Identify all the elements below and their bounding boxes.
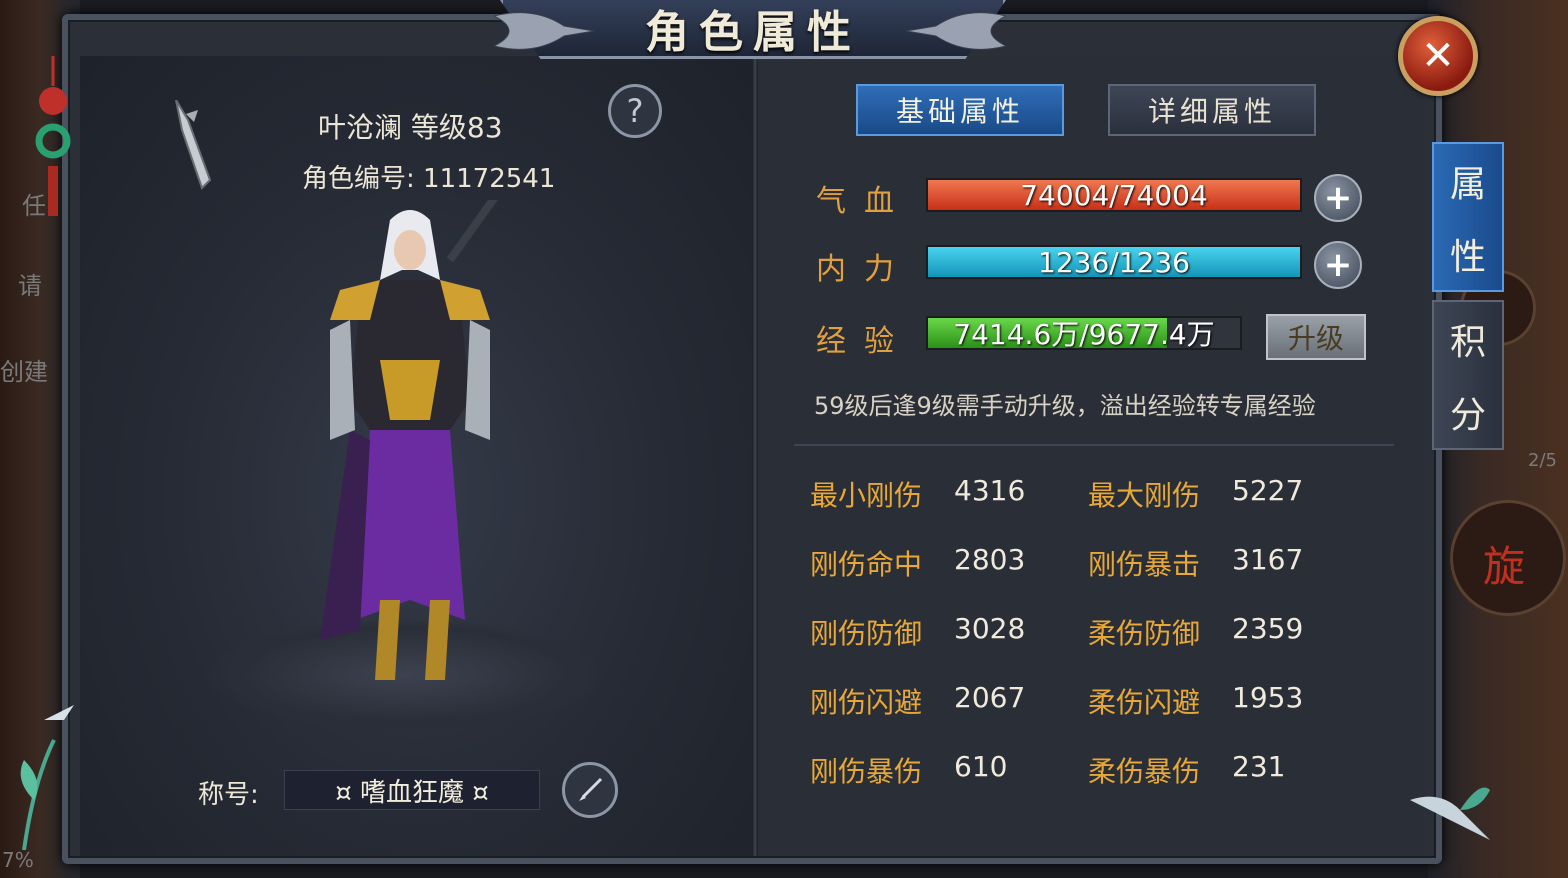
character-name-level: 叶沧澜 等级83 xyxy=(318,111,503,144)
bg-text-create: 创建 xyxy=(0,358,48,386)
tab-basic-attributes[interactable]: 基础属性 xyxy=(856,84,1064,136)
character-title-field: ¤ 嗜血狂魔 ¤ xyxy=(284,770,540,810)
attribute-value: 4316 xyxy=(954,474,1026,507)
attribute-name: 最小刚伤 xyxy=(810,479,923,512)
bg-count: 2/5 xyxy=(1528,450,1557,471)
attribute-value: 231 xyxy=(1232,750,1286,783)
close-icon: ✕ xyxy=(1421,33,1455,79)
mp-value: 1236/1236 xyxy=(1038,245,1190,279)
plus-icon: + xyxy=(1323,178,1353,218)
attribute-name: 刚伤暴伤 xyxy=(810,755,923,788)
title-label: 称号: xyxy=(198,780,259,810)
bird-decoration-icon xyxy=(1410,787,1490,840)
attribute-name: 柔伤闪避 xyxy=(1088,686,1201,719)
attribute-value: 2803 xyxy=(954,543,1026,576)
side-tab-attributes[interactable]: 属 性 xyxy=(1432,142,1504,292)
hp-label: 气血 xyxy=(816,184,912,219)
exp-bar: 7414.6万/9677.4万 xyxy=(926,316,1242,350)
attribute-value: 2359 xyxy=(1232,612,1304,645)
mp-plus-button[interactable]: + xyxy=(1314,241,1362,289)
character-id: 角色编号: 11172541 xyxy=(302,164,556,194)
mp-bar: 1236/1236 xyxy=(926,245,1302,279)
hp-value: 74004/74004 xyxy=(1020,178,1208,212)
side-tab-char: 属 xyxy=(1449,163,1486,205)
plus-icon: + xyxy=(1323,245,1353,285)
side-tab-char: 性 xyxy=(1449,236,1486,278)
mp-label: 内力 xyxy=(816,252,912,287)
attribute-value: 5227 xyxy=(1232,474,1304,507)
bamboo-bird-decoration-icon xyxy=(20,705,74,850)
attribute-name: 刚伤防御 xyxy=(810,617,923,650)
exp-value: 7414.6万/9677.4万 xyxy=(953,318,1215,350)
brush-icon[interactable] xyxy=(562,762,618,818)
tab-detailed-attributes[interactable]: 详细属性 xyxy=(1108,84,1316,136)
attribute-value: 610 xyxy=(954,750,1008,783)
bg-skill-label: 旋 xyxy=(1483,542,1526,591)
chinese-knot-icon xyxy=(35,56,71,216)
bg-text-please: 请 xyxy=(18,272,42,300)
section-divider xyxy=(794,444,1394,446)
upgrade-note: 59级后逢9级需手动升级，溢出经验转专属经验 xyxy=(814,392,1316,420)
side-tab-points[interactable]: 积 分 xyxy=(1432,300,1504,450)
attribute-value: 1953 xyxy=(1232,681,1304,714)
side-tab-char: 分 xyxy=(1449,394,1486,436)
sword-icon xyxy=(175,100,212,190)
side-tab-char: 积 xyxy=(1449,321,1486,363)
attribute-value: 3167 xyxy=(1232,543,1304,576)
hp-plus-button[interactable]: + xyxy=(1314,174,1362,222)
exp-label: 经验 xyxy=(816,324,912,359)
character-model xyxy=(320,200,498,680)
attribute-name: 刚伤闪避 xyxy=(810,686,923,719)
attribute-name: 柔伤防御 xyxy=(1088,617,1201,650)
title-ornament-right-icon xyxy=(906,12,1006,50)
hp-bar: 74004/74004 xyxy=(926,178,1302,212)
bg-skill-button: 旋 xyxy=(1450,500,1566,616)
bg-text-percent: 7% xyxy=(2,848,34,872)
attribute-name: 刚伤暴击 xyxy=(1088,548,1201,581)
close-button[interactable]: ✕ xyxy=(1398,16,1478,96)
attribute-name: 刚伤命中 xyxy=(810,548,923,581)
window-title: 角色属性 xyxy=(645,7,861,58)
attribute-name: 柔伤暴伤 xyxy=(1088,755,1201,788)
question-icon[interactable]: ? xyxy=(608,84,662,138)
title-ornament-left-icon xyxy=(494,12,594,50)
upgrade-button[interactable]: 升级 xyxy=(1266,314,1366,360)
brush-glyph xyxy=(579,777,603,801)
attribute-value: 2067 xyxy=(954,681,1026,714)
attribute-value: 3028 xyxy=(954,612,1026,645)
attribute-name: 最大刚伤 xyxy=(1088,479,1201,512)
